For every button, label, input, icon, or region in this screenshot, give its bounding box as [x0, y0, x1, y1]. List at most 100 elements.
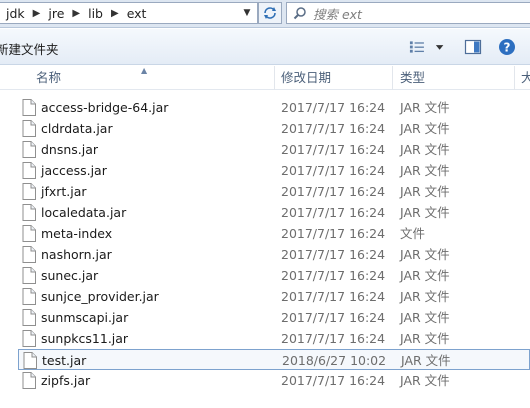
svg-text:?: ? [504, 41, 511, 55]
breadcrumb-ext[interactable]: ext [121, 6, 153, 21]
file-name: nashorn.jar [41, 247, 112, 262]
file-icon [22, 267, 36, 284]
file-icon [22, 225, 36, 242]
change-view-button[interactable] [409, 39, 445, 55]
search-input[interactable]: 搜索 ext [286, 2, 530, 24]
file-type: JAR 文件 [400, 268, 450, 283]
file-modified-date: 2017/7/17 16:24 [281, 226, 386, 241]
refresh-icon [264, 7, 276, 19]
file-row[interactable]: test.jar 2018/6/27 10:02 JAR 文件 [18, 349, 530, 370]
file-type: JAR 文件 [400, 100, 450, 115]
file-row[interactable]: meta-index 2017/7/17 16:24 文件 [18, 223, 530, 244]
file-name: localedata.jar [41, 205, 127, 220]
file-row[interactable]: jfxrt.jar 2017/7/17 16:24 JAR 文件 [18, 181, 530, 202]
address-bar[interactable]: jdk ▶ jre ▶ lib ▶ ext ▼ [0, 2, 258, 24]
column-header-name[interactable]: 名称 [36, 66, 61, 90]
file-type: JAR 文件 [400, 142, 450, 157]
file-name: cldrdata.jar [41, 121, 113, 136]
file-type: JAR 文件 [400, 163, 450, 178]
command-toolbar: 新建文件夹 ? [0, 29, 530, 65]
file-icon [22, 246, 36, 263]
file-row[interactable]: localedata.jar 2017/7/17 16:24 JAR 文件 [18, 202, 530, 223]
column-divider[interactable] [274, 66, 275, 90]
file-modified-date: 2017/7/17 16:24 [281, 373, 386, 388]
file-modified-date: 2017/7/17 16:24 [281, 184, 386, 199]
file-name: sunpkcs11.jar [41, 331, 129, 346]
file-icon [23, 352, 37, 369]
breadcrumb-jdk[interactable]: jdk [0, 6, 31, 21]
file-name: sunmscapi.jar [41, 310, 129, 325]
file-modified-date: 2017/7/17 16:24 [281, 100, 386, 115]
file-icon [22, 183, 36, 200]
file-row[interactable]: jaccess.jar 2017/7/17 16:24 JAR 文件 [18, 160, 530, 181]
file-modified-date: 2018/6/27 10:02 [282, 353, 387, 368]
file-name: zipfs.jar [41, 373, 91, 388]
file-row[interactable]: dnsns.jar 2017/7/17 16:24 JAR 文件 [18, 139, 530, 160]
preview-pane-button[interactable] [464, 38, 482, 56]
file-icon [22, 309, 36, 326]
refresh-button[interactable] [258, 2, 282, 24]
file-type: JAR 文件 [400, 331, 450, 346]
details-view-icon [409, 41, 424, 53]
file-icon [22, 372, 36, 389]
file-type: JAR 文件 [400, 205, 450, 220]
file-modified-date: 2017/7/17 16:24 [281, 268, 386, 283]
breadcrumb-separator-icon[interactable]: ▶ [31, 8, 43, 19]
file-name: sunec.jar [41, 268, 99, 283]
file-type: 文件 [400, 226, 426, 241]
file-icon [22, 120, 36, 137]
file-name: dnsns.jar [41, 142, 99, 157]
column-header-row: 名称 ▲ 修改日期 类型 大 [0, 66, 530, 90]
file-icon [22, 204, 36, 221]
search-icon[interactable] [291, 2, 309, 24]
file-row[interactable]: sunpkcs11.jar 2017/7/17 16:24 JAR 文件 [18, 328, 530, 349]
file-modified-date: 2017/7/17 16:24 [281, 289, 386, 304]
file-name: jfxrt.jar [41, 184, 87, 199]
file-row[interactable]: sunjce_provider.jar 2017/7/17 16:24 JAR … [18, 286, 530, 307]
file-modified-date: 2017/7/17 16:24 [281, 121, 386, 136]
file-modified-date: 2017/7/17 16:24 [281, 247, 386, 262]
file-type: JAR 文件 [400, 289, 450, 304]
column-header-size[interactable]: 大 [521, 66, 530, 90]
file-type: JAR 文件 [400, 247, 450, 262]
column-header-date[interactable]: 修改日期 [281, 66, 331, 90]
file-row[interactable]: cldrdata.jar 2017/7/17 16:24 JAR 文件 [18, 118, 530, 139]
breadcrumb-lib[interactable]: lib [82, 6, 109, 21]
file-modified-date: 2017/7/17 16:24 [281, 142, 386, 157]
file-type: JAR 文件 [400, 310, 450, 325]
new-folder-button[interactable]: 新建文件夹 [0, 39, 59, 58]
file-name: test.jar [42, 353, 87, 368]
search-placeholder: 搜索 ext [313, 6, 362, 22]
breadcrumb-separator-icon[interactable]: ▶ [70, 8, 82, 19]
file-modified-date: 2017/7/17 16:24 [281, 310, 386, 325]
file-row[interactable]: nashorn.jar 2017/7/17 16:24 JAR 文件 [18, 244, 530, 265]
file-name: meta-index [41, 226, 113, 241]
file-modified-date: 2017/7/17 16:24 [281, 331, 386, 346]
file-name: sunjce_provider.jar [41, 289, 159, 304]
breadcrumb-separator-icon[interactable]: ▶ [109, 8, 121, 19]
file-row[interactable]: sunmscapi.jar 2017/7/17 16:24 JAR 文件 [18, 307, 530, 328]
sort-ascending-icon: ▲ [141, 66, 148, 75]
file-modified-date: 2017/7/17 16:24 [281, 163, 386, 178]
column-divider[interactable] [392, 66, 393, 90]
file-row[interactable]: access-bridge-64.jar 2017/7/17 16:24 JAR… [18, 97, 530, 118]
file-row[interactable]: sunec.jar 2017/7/17 16:24 JAR 文件 [18, 265, 530, 286]
file-icon [22, 162, 36, 179]
column-divider[interactable] [514, 66, 515, 90]
file-type: JAR 文件 [400, 121, 450, 136]
file-name: jaccess.jar [41, 163, 107, 178]
file-type: JAR 文件 [400, 373, 450, 388]
breadcrumb-jre[interactable]: jre [42, 6, 70, 21]
file-icon [22, 99, 36, 116]
address-dropdown-icon[interactable]: ▼ [241, 7, 253, 19]
help-icon: ? [499, 39, 515, 55]
file-row[interactable]: zipfs.jar 2017/7/17 16:24 JAR 文件 [18, 370, 530, 391]
file-name: access-bridge-64.jar [41, 100, 169, 115]
address-bar-row: jdk ▶ jre ▶ lib ▶ ext ▼ 搜索 ext [0, 0, 530, 28]
help-button[interactable]: ? [498, 38, 516, 56]
file-icon [22, 141, 36, 158]
preview-pane-icon [464, 39, 482, 55]
column-header-type[interactable]: 类型 [400, 66, 425, 90]
file-icon [22, 330, 36, 347]
file-type: JAR 文件 [401, 353, 451, 368]
